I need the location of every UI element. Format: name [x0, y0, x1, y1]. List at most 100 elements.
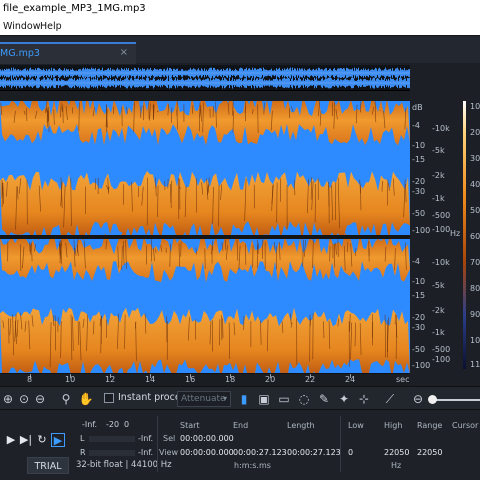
hz-tick: -1k [432, 328, 445, 337]
view-length[interactable]: 00:00:27.123 [287, 448, 341, 457]
menu-window[interactable]: Window [3, 21, 40, 32]
freq-high[interactable]: 22050 [384, 448, 409, 457]
colorbar-label: 10 [470, 102, 480, 111]
db-tick: -10 [412, 277, 426, 286]
freq-low[interactable]: 0 [348, 448, 353, 457]
db-tick: -4 [412, 121, 420, 130]
zoom-out-icon[interactable]: ⊖ [410, 391, 426, 407]
colorbar-label: 50 [470, 206, 480, 215]
spectrogram-view[interactable] [0, 101, 410, 373]
db-tick: -15 [412, 291, 426, 300]
view-end[interactable]: 00:00:27.123 [233, 448, 287, 457]
magic-wand-icon[interactable]: ✦ [336, 391, 352, 407]
hz-tick: -100 [432, 355, 451, 364]
colorbar-label: 40 [470, 180, 480, 189]
waveform-overview[interactable] [0, 65, 410, 91]
lasso-icon[interactable]: ◌ [296, 391, 312, 407]
db-scale: dB -4 -10 -15 -20 -30 -50 -100 -4 -10 -1… [410, 91, 430, 373]
play-from-start-icon[interactable]: ▶| [19, 433, 33, 447]
top-ruler [0, 91, 410, 101]
db-tick: -100 [412, 361, 431, 370]
zoom-in-icon[interactable]: ⊕ [0, 391, 16, 407]
meter-scale-label: -20 [106, 420, 120, 429]
db-tick: -20 [412, 313, 426, 322]
colorbar-label: 20 [470, 128, 480, 137]
overview-waveform [0, 67, 410, 89]
hz-tick: -10k [432, 258, 450, 267]
time-units: h:m:s.ms [234, 461, 271, 470]
db-tick: -30 [412, 187, 426, 196]
instant-process-mode-select[interactable]: Attenuate ▾ [177, 391, 231, 407]
colorbar-label: 60 [470, 232, 480, 241]
time-tick: 8 [27, 375, 33, 384]
menu-help[interactable]: Help [40, 21, 62, 32]
freq-units: Hz [391, 461, 402, 470]
db-tick: -10 [412, 141, 426, 150]
length-header: Length [287, 421, 315, 430]
zoom-tool-icon[interactable]: ⚲ [58, 391, 74, 407]
time-tick: 12 [105, 375, 116, 384]
freq-selection-icon[interactable]: ▭ [276, 391, 292, 407]
colorbar: 10 20 30 40 50 60 70 80 90 100 110 [462, 91, 480, 373]
gain-curve-icon[interactable]: ⟋ [382, 391, 398, 407]
view-start[interactable]: 00:00:00.000 [180, 448, 234, 457]
box-selection-icon[interactable]: ▣ [256, 391, 272, 407]
harmonic-icon[interactable]: ⊹ [356, 391, 372, 407]
colorbar-label: 80 [470, 284, 480, 293]
hz-tick: -500 [432, 345, 451, 354]
zoom-selection-icon[interactable]: ⊙ [16, 391, 32, 407]
play-icon[interactable]: ▶ [4, 433, 18, 447]
time-tick: 10 [65, 375, 76, 384]
zoom-slider-handle[interactable] [428, 395, 437, 404]
time-tick: 16 [185, 375, 196, 384]
zoom-slider[interactable] [432, 399, 480, 401]
hz-tick: -2k [432, 306, 445, 315]
colorbar-label: 70 [470, 258, 480, 267]
file-tab-label: MG.mp3 [0, 48, 40, 59]
sel-start[interactable]: 00:00:00.000 [180, 434, 234, 443]
cursor-header: Cursor [452, 421, 479, 430]
range-header: Range [417, 421, 443, 430]
db-tick: -15 [412, 155, 426, 164]
loop-icon[interactable]: ↻ [35, 433, 49, 447]
file-tab[interactable]: MG.mp3 × [0, 42, 136, 64]
db-tick: -50 [412, 345, 426, 354]
spectrogram-energy-band [0, 307, 410, 373]
spectrogram [0, 101, 410, 373]
colorbar-label: 30 [470, 154, 480, 163]
hz-tick: -100 [432, 225, 451, 234]
brush-icon[interactable]: ✎ [316, 391, 332, 407]
instant-process-checkbox[interactable] [104, 393, 114, 403]
time-selection-icon[interactable]: ▮ [236, 391, 252, 407]
sel-label: Sel [163, 434, 176, 443]
colorbar-label: 110 [470, 360, 480, 369]
play-selection-icon[interactable]: ▶ [51, 433, 65, 447]
hand-tool-icon[interactable]: ✋ [78, 391, 94, 407]
high-header: High [384, 421, 403, 430]
frequency-scale: -10k -5k -2k -1k -500 -100 Hz -10k -5k -… [430, 91, 462, 373]
time-tick: 14 [145, 375, 156, 384]
instant-process-mode-value: Attenuate [181, 394, 226, 404]
meter-right-bar [89, 450, 135, 456]
divider [157, 416, 158, 472]
time-ruler[interactable]: 8 10 12 14 16 18 20 22 24 sec [0, 373, 410, 386]
trial-button[interactable]: TRIAL [27, 457, 69, 474]
db-tick: -20 [412, 177, 426, 186]
view-label: View [159, 448, 178, 457]
meter-left-bar [89, 436, 135, 442]
db-unit: dB [412, 103, 423, 112]
freq-range[interactable]: 22050 [417, 448, 442, 457]
start-header: Start [180, 421, 200, 430]
zoom-out-icon[interactable]: ⊖ [32, 391, 48, 407]
divider [340, 416, 341, 472]
chevron-down-icon: ▾ [222, 394, 227, 403]
colorbar-label: 90 [470, 310, 480, 319]
db-tick: -50 [412, 209, 426, 218]
meter-right-label: R [80, 448, 86, 457]
close-icon[interactable]: × [120, 47, 128, 58]
hz-tick: -5k [432, 281, 445, 290]
time-tick: 24 [345, 375, 356, 384]
meter-scale-label: 0 [124, 420, 130, 429]
meter-left-label: L [80, 434, 85, 443]
status-panel: ▶ ▶| ↻ ▶ TRIAL -Inf. -20 0 L -Inf. R -In… [0, 410, 480, 480]
